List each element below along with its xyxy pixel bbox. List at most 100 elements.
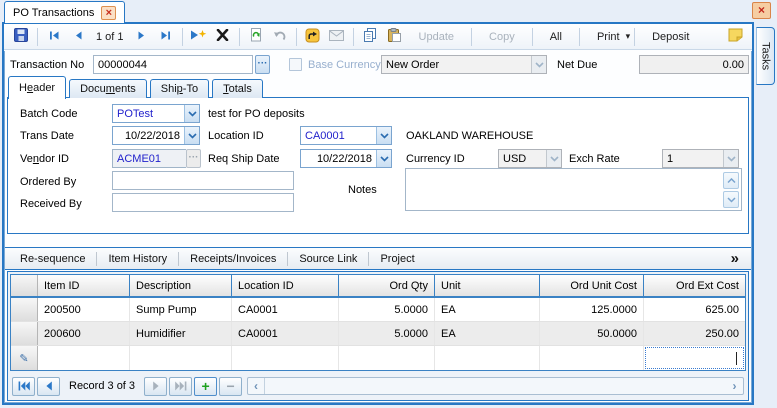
transaction-no-zoom-button[interactable]: ···: [255, 55, 270, 74]
currency-id-dropdown[interactable]: USD: [498, 149, 562, 168]
cell-unit[interactable]: [435, 346, 540, 370]
grid-first-record-button[interactable]: [12, 376, 35, 396]
column-header-description[interactable]: Description: [130, 275, 232, 296]
add-row-button[interactable]: +: [194, 376, 218, 396]
notes-textarea[interactable]: [405, 168, 742, 211]
last-record-button[interactable]: [156, 27, 176, 47]
save-button[interactable]: [11, 27, 31, 47]
cell-description[interactable]: Humidifier: [130, 322, 232, 345]
item-history-button[interactable]: Item History: [97, 253, 178, 265]
delete-row-button[interactable]: −: [219, 376, 243, 396]
tab-header[interactable]: Header: [8, 76, 67, 99]
source-link-button[interactable]: Source Link: [288, 253, 368, 265]
vendor-id-field[interactable]: ACME01: [112, 149, 186, 168]
resequence-button[interactable]: Re-sequence: [9, 253, 96, 265]
tasks-tab[interactable]: Tasks: [756, 27, 775, 85]
cell-ord-unit-cost[interactable]: 50.0000: [540, 322, 644, 345]
tab-close-icon[interactable]: ×: [101, 5, 117, 20]
column-header-location-id[interactable]: Location ID: [232, 275, 339, 296]
paste-button[interactable]: [384, 27, 404, 47]
chevron-down-icon[interactable]: [376, 127, 391, 144]
row-selector[interactable]: [11, 322, 38, 345]
cell-item-id[interactable]: 200500: [38, 298, 130, 321]
column-header-unit[interactable]: Unit: [435, 275, 540, 296]
notes-scroll-down-button[interactable]: [723, 191, 739, 208]
receipts-invoices-button[interactable]: Receipts/Invoices: [179, 253, 287, 265]
table-row-new[interactable]: ✎: [11, 346, 745, 370]
undo-button[interactable]: [270, 27, 290, 47]
cell-ord-unit-cost[interactable]: [540, 346, 644, 370]
column-header-ord-qty[interactable]: Ord Qty: [339, 275, 435, 296]
cell-ord-qty[interactable]: 5.0000: [339, 322, 435, 345]
previous-record-icon: [74, 30, 83, 44]
grid-corner-cell[interactable]: [11, 275, 38, 296]
transaction-type-dropdown[interactable]: New Order: [381, 55, 547, 74]
ordered-by-input[interactable]: [112, 171, 294, 190]
print-button[interactable]: Print: [584, 31, 622, 43]
project-button[interactable]: Project: [369, 253, 425, 265]
document-tab[interactable]: PO Transactions ×: [4, 1, 126, 23]
cell-location-id[interactable]: CA0001: [232, 298, 339, 321]
grid-previous-record-button[interactable]: [37, 376, 60, 396]
cell-unit[interactable]: EA: [435, 298, 540, 321]
batch-code-dropdown[interactable]: POTest: [112, 104, 200, 123]
window-close-button[interactable]: ×: [752, 2, 771, 19]
chevron-down-icon[interactable]: [184, 127, 199, 144]
notes-button[interactable]: [725, 27, 745, 47]
grid-last-record-button[interactable]: [169, 376, 193, 396]
cell-location-id[interactable]: CA0001: [232, 322, 339, 345]
cell-location-id[interactable]: [232, 346, 339, 370]
table-row[interactable]: 200600 Humidifier CA0001 5.0000 EA 50.00…: [11, 322, 745, 346]
next-record-button[interactable]: [132, 27, 152, 47]
tab-documents[interactable]: Documents: [69, 79, 147, 98]
received-by-input[interactable]: [112, 193, 294, 212]
horizontal-scrollbar[interactable]: ‹ ›: [247, 377, 744, 395]
cell-item-id[interactable]: [38, 346, 130, 370]
vendor-browse-button[interactable]: ···: [186, 149, 201, 168]
deposit-button[interactable]: Deposit: [639, 31, 702, 43]
cell-ord-ext-cost[interactable]: 625.00: [644, 298, 745, 321]
cell-ord-qty[interactable]: 5.0000: [339, 298, 435, 321]
column-header-item-id[interactable]: Item ID: [38, 275, 130, 296]
transaction-no-input[interactable]: [93, 55, 253, 74]
delete-button[interactable]: [213, 27, 233, 47]
all-button[interactable]: All: [537, 31, 575, 43]
previous-record-button[interactable]: [68, 27, 88, 47]
req-ship-date-field[interactable]: 10/22/2018: [300, 149, 392, 168]
cell-ord-qty[interactable]: [339, 346, 435, 370]
cell-unit[interactable]: EA: [435, 322, 540, 345]
cell-ord-unit-cost[interactable]: 125.0000: [540, 298, 644, 321]
column-header-ord-ext-cost[interactable]: Ord Ext Cost: [644, 275, 745, 296]
drilldown-button[interactable]: [303, 27, 323, 47]
print-dropdown-icon[interactable]: ▾: [626, 31, 631, 42]
cell-item-id[interactable]: 200600: [38, 322, 130, 345]
notes-scroll-up-button[interactable]: [723, 172, 739, 189]
table-row[interactable]: 200500 Sump Pump CA0001 5.0000 EA 125.00…: [11, 298, 745, 322]
chevron-down-icon[interactable]: [184, 105, 199, 122]
update-button[interactable]: Update: [406, 31, 467, 43]
tab-ship-to[interactable]: Ship-To: [149, 79, 210, 98]
scroll-right-icon[interactable]: ›: [726, 378, 743, 394]
cell-description[interactable]: Sump Pump: [130, 298, 232, 321]
refresh-button[interactable]: [246, 27, 266, 47]
tab-totals[interactable]: Totals: [212, 79, 263, 98]
trans-date-field[interactable]: 10/22/2018: [112, 126, 200, 145]
location-id-dropdown[interactable]: CA0001: [300, 126, 392, 145]
scroll-left-icon[interactable]: ‹: [248, 378, 266, 394]
row-selector[interactable]: [11, 298, 38, 321]
base-currency-checkbox[interactable]: [289, 58, 302, 71]
column-header-ord-unit-cost[interactable]: Ord Unit Cost: [540, 275, 644, 296]
copy-text-button[interactable]: Copy: [476, 31, 528, 43]
email-button[interactable]: [327, 27, 347, 47]
first-record-button[interactable]: [44, 27, 64, 47]
cell-description[interactable]: [130, 346, 232, 370]
grid-next-record-button[interactable]: [144, 376, 168, 396]
chevron-down-icon: [531, 56, 546, 73]
copy-button[interactable]: [360, 27, 380, 47]
exch-rate-dropdown[interactable]: 1: [662, 149, 739, 168]
chevron-down-icon[interactable]: [376, 150, 391, 167]
cell-ord-ext-cost-focused[interactable]: [644, 346, 745, 370]
new-record-button[interactable]: [189, 27, 209, 47]
toolbar-overflow-button[interactable]: »: [731, 250, 747, 267]
cell-ord-ext-cost[interactable]: 250.00: [644, 322, 745, 345]
